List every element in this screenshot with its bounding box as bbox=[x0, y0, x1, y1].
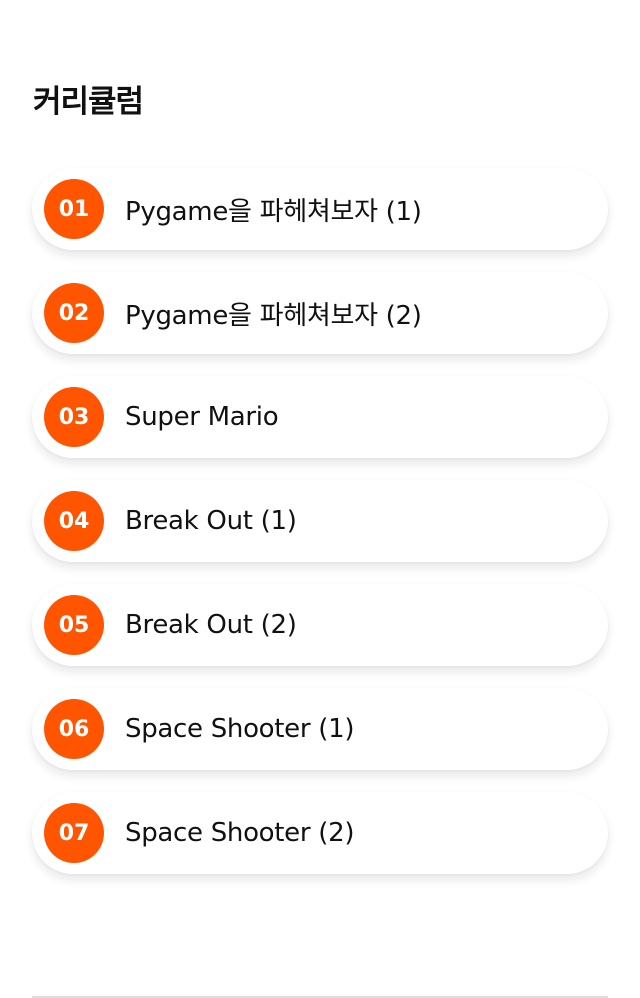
lesson-number-badge: 06 bbox=[44, 699, 104, 759]
lesson-number-badge: 02 bbox=[44, 283, 104, 343]
lesson-number-badge: 05 bbox=[44, 595, 104, 655]
curriculum-item[interactable]: 03 Super Mario bbox=[32, 376, 608, 458]
lesson-title: Pygame을 파헤쳐보자 (2) bbox=[125, 300, 422, 331]
curriculum-item[interactable]: 02 Pygame을 파헤쳐보자 (2) bbox=[32, 272, 608, 354]
curriculum-list: 01 Pygame을 파헤쳐보자 (1) 02 Pygame을 파헤쳐보자 (2… bbox=[32, 168, 608, 896]
lesson-title: Space Shooter (2) bbox=[125, 818, 355, 848]
curriculum-item[interactable]: 06 Space Shooter (1) bbox=[32, 688, 608, 770]
lesson-title: Pygame을 파헤쳐보자 (1) bbox=[125, 196, 422, 227]
lesson-title: Super Mario bbox=[125, 402, 279, 432]
curriculum-item[interactable]: 05 Break Out (2) bbox=[32, 584, 608, 666]
lesson-title: Space Shooter (1) bbox=[125, 714, 355, 744]
section-title: 커리큘럼 bbox=[33, 84, 144, 120]
lesson-number-badge: 01 bbox=[44, 179, 104, 239]
lesson-number-badge: 07 bbox=[44, 803, 104, 863]
curriculum-item[interactable]: 07 Space Shooter (2) bbox=[32, 792, 608, 874]
curriculum-item[interactable]: 04 Break Out (1) bbox=[32, 480, 608, 562]
curriculum-item[interactable]: 01 Pygame을 파헤쳐보자 (1) bbox=[32, 168, 608, 250]
lesson-number-badge: 03 bbox=[44, 387, 104, 447]
lesson-title: Break Out (2) bbox=[125, 610, 297, 640]
lesson-title: Break Out (1) bbox=[125, 506, 297, 536]
lesson-number-badge: 04 bbox=[44, 491, 104, 551]
